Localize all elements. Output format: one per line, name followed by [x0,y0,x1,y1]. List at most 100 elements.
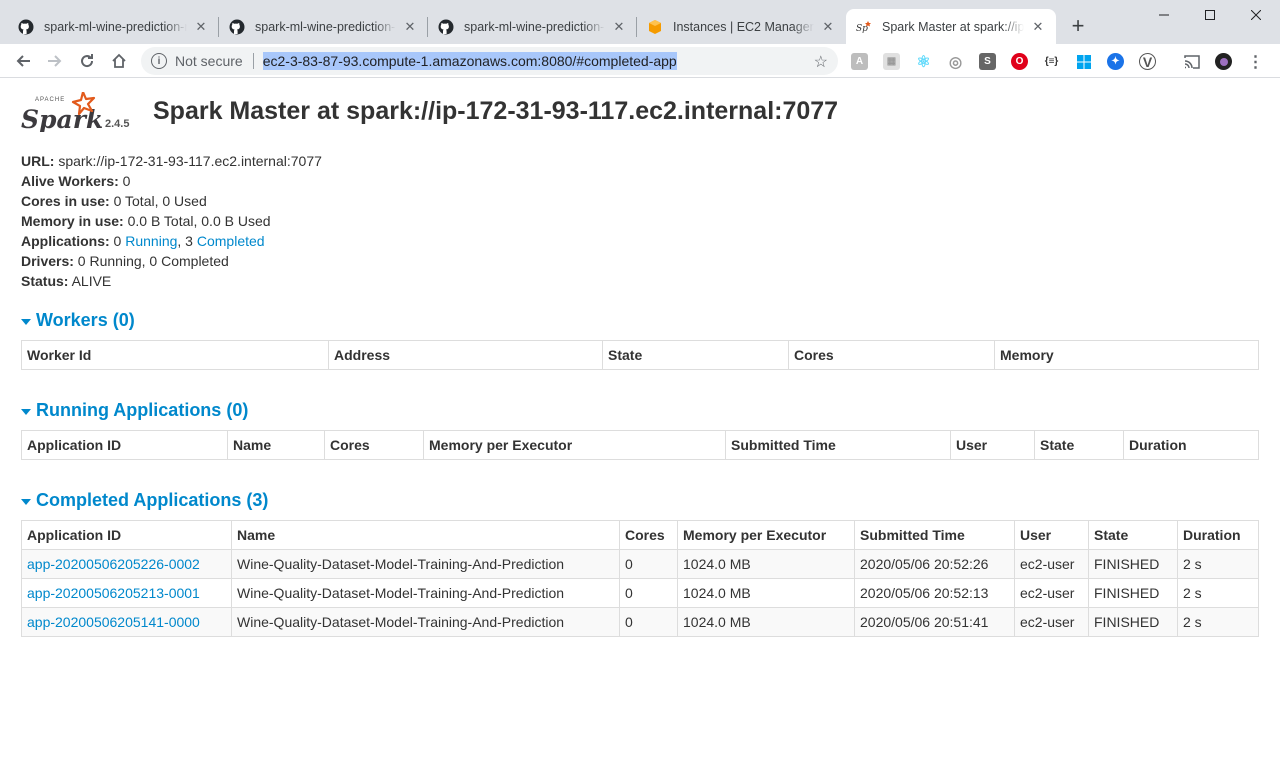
app-memory: 1024.0 MB [677,578,855,608]
app-user: ec2-user [1014,607,1089,637]
column-header[interactable]: State [602,340,789,370]
forward-arrow-icon[interactable] [43,49,67,73]
column-header[interactable]: Memory per Executor [677,520,855,550]
app-state: FINISHED [1088,607,1178,637]
browser-tab[interactable]: spark-ml-wine-prediction-m ✕ [8,9,219,44]
info-icon[interactable]: i [151,53,167,69]
app-id-link[interactable]: app-20200506205141-0000 [27,614,200,630]
app-memory: 1024.0 MB [677,549,855,579]
opera-icon[interactable]: O [1011,53,1028,70]
menu-kebab-icon[interactable]: ⋮ [1247,53,1264,71]
page-title: Spark Master at spark://ip-172-31-93-117… [153,97,839,125]
summary-url: URL: spark://ip-172-31-93-117.ec2.intern… [21,153,322,169]
app-duration: 2 s [1177,607,1259,637]
github-icon [438,19,454,35]
cast-icon[interactable] [1183,53,1200,70]
table-row: app-20200506205213-0001 Wine-Quality-Dat… [21,578,1259,608]
vimium-icon[interactable]: V [1139,53,1156,70]
github-icon [229,19,245,35]
summary-cores: Cores in use: 0 Total, 0 Used [21,193,207,209]
app-duration: 2 s [1177,578,1259,608]
bookmark-star-icon[interactable]: ☆ [814,52,828,72]
column-header[interactable]: Application ID [21,430,228,460]
column-header[interactable]: Duration [1123,430,1259,460]
tab-title: spark-ml-wine-prediction-m [255,19,396,34]
extension-icon[interactable]: ◎ [947,53,964,71]
close-tab-icon[interactable]: ✕ [820,19,836,35]
aws-icon [647,19,663,35]
app-user: ec2-user [1014,578,1089,608]
extension-icon[interactable]: S [979,53,996,70]
column-header[interactable]: State [1034,430,1124,460]
app-submitted-time: 2020/05/06 20:52:13 [854,578,1015,608]
reload-icon[interactable] [75,49,99,73]
column-header[interactable]: Submitted Time [725,430,951,460]
column-header[interactable]: Cores [788,340,995,370]
tab-title: spark-ml-wine-prediction-m [464,19,605,34]
spark-master-page: APACHE Spark 2.4.5 Spark Master at spark… [0,79,1280,769]
close-tab-icon[interactable]: ✕ [1030,19,1046,35]
spark-version: 2.4.5 [105,118,130,130]
browser-tab-active[interactable]: Sp Spark Master at spark://ip-1 ✕ [846,9,1056,44]
column-header[interactable]: Application ID [21,520,232,550]
back-arrow-icon[interactable] [11,49,35,73]
browser-tab[interactable]: spark-ml-wine-prediction-m ✕ [428,9,637,44]
column-header[interactable]: Cores [619,520,678,550]
collapse-arrow-icon [21,318,31,325]
app-id-link[interactable]: app-20200506205226-0002 [27,556,200,572]
app-cores: 0 [619,607,678,637]
browser-toolbar: i Not secure ec2-3-83-87-93.compute-1.am… [0,44,1280,78]
column-header[interactable]: Memory [994,340,1259,370]
app-id-link[interactable]: app-20200506205213-0001 [27,585,200,601]
column-header[interactable]: User [1014,520,1089,550]
address-bar[interactable]: i Not secure ec2-3-83-87-93.compute-1.am… [141,47,838,75]
summary-alive-workers: Alive Workers: 0 [21,173,131,189]
column-header[interactable]: Submitted Time [854,520,1015,550]
summary-status: Status: ALIVE [21,273,112,289]
security-label: Not secure [175,53,243,69]
close-tab-icon[interactable]: ✕ [611,19,627,35]
svg-text:APACHE: APACHE [35,97,65,103]
table-row: app-20200506205141-0000 Wine-Quality-Dat… [21,607,1259,637]
close-tab-icon[interactable]: ✕ [402,19,418,35]
cluster-summary: URL: spark://ip-172-31-93-117.ec2.intern… [21,151,322,291]
summary-applications: Applications: 0 Running, 3 Completed [21,233,265,249]
home-icon[interactable] [107,49,131,73]
completed-apps-table: Application ID Name Cores Memory per Exe… [21,520,1259,637]
column-header[interactable]: Memory per Executor [423,430,726,460]
column-header[interactable]: Duration [1177,520,1259,550]
column-header[interactable]: Worker Id [21,340,329,370]
running-apps-link[interactable]: Running [125,233,177,249]
react-devtools-icon[interactable]: ⚛ [915,53,932,71]
browser-tab[interactable]: Instances | EC2 Manageme ✕ [637,9,846,44]
completed-apps-section-toggle[interactable]: Completed Applications (3) [21,490,268,511]
maximize-icon[interactable] [1187,0,1233,30]
collapse-arrow-icon [21,498,31,505]
column-header[interactable]: Cores [324,430,424,460]
app-name: Wine-Quality-Dataset-Model-Training-And-… [231,607,620,637]
workers-section-toggle[interactable]: Workers (0) [21,310,135,331]
column-header[interactable]: Name [231,520,620,550]
browser-tab[interactable]: spark-ml-wine-prediction-m ✕ [219,9,428,44]
column-header[interactable]: State [1088,520,1178,550]
close-tab-icon[interactable]: ✕ [193,19,209,35]
column-header[interactable]: User [950,430,1035,460]
workers-table: Worker Id Address State Cores Memory [21,340,1259,370]
minimize-icon[interactable] [1141,0,1187,30]
spark-logo[interactable]: APACHE Spark [21,90,103,134]
completed-apps-link[interactable]: Completed [197,233,265,249]
app-name: Wine-Quality-Dataset-Model-Training-And-… [231,578,620,608]
close-window-icon[interactable] [1233,0,1279,30]
json-viewer-icon[interactable]: {≡} [1043,53,1060,70]
windows-icon[interactable] [1075,53,1092,70]
extension-icon[interactable]: ✦ [1107,53,1124,70]
avatar[interactable] [1215,53,1232,70]
column-header[interactable]: Address [328,340,603,370]
running-apps-section-toggle[interactable]: Running Applications (0) [21,400,248,421]
extension-icon[interactable]: ▦ [883,53,900,70]
url-text[interactable]: ec2-3-83-87-93.compute-1.amazonaws.com:8… [262,52,677,70]
extension-icon[interactable]: A [851,53,868,70]
new-tab-button[interactable]: + [1066,14,1090,38]
app-name: Wine-Quality-Dataset-Model-Training-And-… [231,549,620,579]
column-header[interactable]: Name [227,430,325,460]
